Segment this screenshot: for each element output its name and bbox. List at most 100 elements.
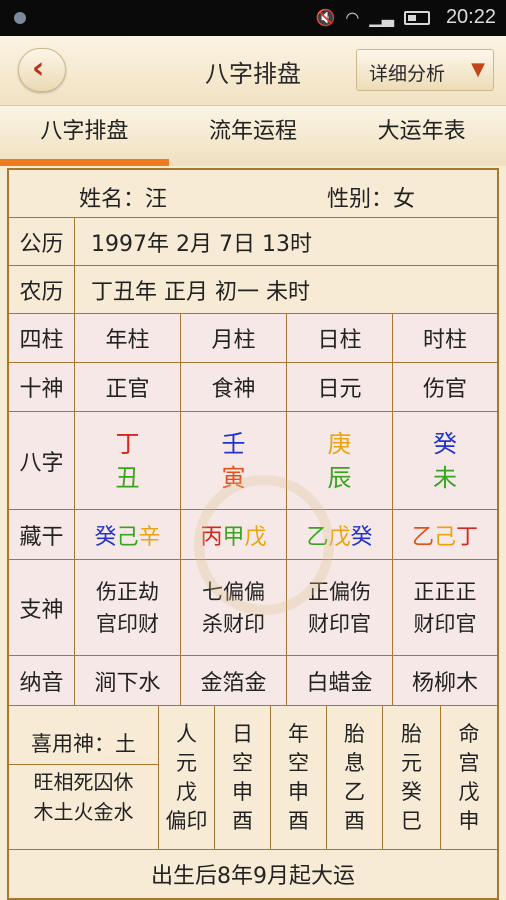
extra-char: 胎 [344,721,365,746]
notification-icon [14,12,26,24]
extra-char: 戊 [176,779,197,804]
hidden-stems-hour: 乙己丁 [393,510,497,559]
branch-god-line: 正正正 [413,579,477,604]
tab-annual-fortune[interactable]: 流年运程 [169,106,338,166]
branch-god-line: 七偏偏 [202,579,265,604]
pillar-month: 月柱 [181,314,287,362]
branch-month: 寅 [221,463,246,492]
status-bar: 🔇 ◠ ▁▃ 20:22 [0,0,506,36]
extra-char: 空 [232,750,253,775]
hidden-stem: 癸 [350,524,373,550]
person-gender: 性别：女 [327,187,416,212]
branch-god-line: 杀财印 [202,611,265,636]
branch-gods-day: 正偏伤 财印官 [287,560,393,655]
branch-gods-year: 伤正劫 官印财 [75,560,181,655]
extra-col-day-void: 日空申酉 [215,706,271,849]
branch-hour: 未 [433,463,457,492]
branch-gods-hour: 正正正 财印官 [393,560,497,655]
hidden-stem: 丁 [456,524,479,550]
bazi-row: 八字 丁丑 壬寅 庚辰 癸未 [9,412,497,510]
nayin-year: 涧下水 [75,656,181,705]
favorable-block: 喜用神：土 旺相死囚休 木土火金水 [8,706,159,849]
extra-char: 命 [458,721,480,746]
extra-char: 偏印 [165,808,208,833]
hidden-stem: 乙 [306,524,329,550]
hidden-stem: 癸 [94,524,117,550]
battery-icon [404,11,430,25]
extra-char: 人 [176,721,197,746]
ten-god-month: 食神 [181,363,287,411]
bazi-board: 姓名：汪 性别：女 公历 1997年 2月 7日 13时 农历 丁丑年 正月 初… [7,168,499,900]
tab-bazi-chart[interactable]: 八字排盘 [0,106,169,166]
hidden-stem: 丙 [200,524,223,550]
ten-god-day: 日元 [287,363,393,411]
extra-col-fetal-origin: 胎元癸巳 [383,706,441,849]
hidden-stems-day: 乙戊癸 [287,510,393,559]
nayin-day: 白蜡金 [287,656,393,705]
branch-day: 辰 [327,463,352,492]
extra-char: 酉 [288,808,309,833]
hidden-stems-row: 藏干 癸己辛 丙甲戊 乙戊癸 乙己丁 [9,510,497,560]
signal-icon: ▁▃ [369,8,394,27]
chevron-left-icon: ‹ [32,51,45,86]
nayin-row: 纳音 涧下水 金箔金 白蜡金 杨柳木 [9,656,497,706]
tab-luck-table[interactable]: 大运年表 [337,106,506,166]
extra-char: 酉 [232,808,253,833]
branch-god-line: 财印官 [413,611,477,636]
hidden-stem: 戊 [244,524,267,550]
strength-line-2: 木土火金水 [33,800,134,824]
hidden-stem: 甲 [222,524,245,550]
bazi-month: 壬寅 [181,412,287,509]
extra-char: 申 [288,779,309,804]
bazi-day: 庚辰 [287,412,393,509]
person-name: 姓名：汪 [79,187,168,212]
extra-col-life-palace: 命宫戊申 [441,706,497,849]
mute-icon: 🔇 [315,8,336,27]
extra-char: 酉 [344,808,365,833]
extra-col-year-void: 年空申酉 [271,706,327,849]
pillar-year: 年柱 [75,314,181,362]
pillar-day: 日柱 [287,314,393,362]
extra-char: 胎 [401,721,422,746]
solar-value: 1997年 2月 7日 13时 [91,231,312,257]
extra-col-fetal-breath: 胎息乙酉 [327,706,383,849]
bazi-year: 丁丑 [75,412,181,509]
back-button[interactable]: ‹ [18,48,66,92]
nayin-hour: 杨柳木 [411,670,478,696]
ten-god-hour: 伤官 [422,377,467,402]
extra-char: 戊 [458,779,480,804]
stem-year: 丁 [115,429,140,458]
extra-info-row: 喜用神：土 旺相死囚休 木土火金水 人元戊偏印 日空申酉 年空申酉 胎息乙酉 胎… [8,706,497,850]
lunar-value: 丁丑年 正月 初一 未时 [91,279,310,305]
luck-start-row: 出生后8年9月起大运 [9,850,497,898]
extra-char: 日 [232,721,253,746]
dropdown-arrow-icon: ▼ [471,59,485,80]
status-icons: 🔇 ◠ ▁▃ [315,8,430,27]
pillars-label: 四柱 [9,314,75,362]
nayin-label: 纳音 [9,656,75,705]
pillars-row: 四柱 年柱 月柱 日柱 时柱 [9,314,497,363]
hidden-stem: 戊 [328,524,351,550]
hidden-stems-year: 癸己辛 [75,510,181,559]
page-title: 八字排盘 [205,60,301,88]
strength-line-1: 旺相死囚休 [33,770,134,794]
favorable-god: 喜用神：土 [8,728,159,765]
solar-label: 公历 [9,218,75,265]
detail-analysis-label: 详细分析 [369,63,446,85]
hidden-stem: 己 [116,524,139,550]
branch-god-line: 正偏伤 [308,579,371,604]
detail-analysis-dropdown[interactable]: 详细分析 ▼ [356,49,494,91]
extra-char: 申 [458,808,480,833]
bazi-hour: 癸未 [393,412,497,509]
branch-god-line: 伤正劫 [96,579,159,604]
hidden-stems-month: 丙甲戊 [181,510,287,559]
ten-gods-row: 十神 正官 食神 日元 伤官 [9,363,497,412]
branch-god-line: 财印官 [308,611,371,636]
branch-gods-label: 支神 [9,560,75,655]
pillar-hour: 时柱 [422,328,467,353]
extra-col-renyuan: 人元戊偏印 [159,706,215,849]
stem-month: 壬 [221,429,246,458]
extra-char: 宫 [458,750,480,775]
branch-gods-row: 支神 伤正劫 官印财 七偏偏杀财印 正偏伤财印官 正正正财印官 [9,560,497,656]
nayin-month: 金箔金 [181,656,287,705]
